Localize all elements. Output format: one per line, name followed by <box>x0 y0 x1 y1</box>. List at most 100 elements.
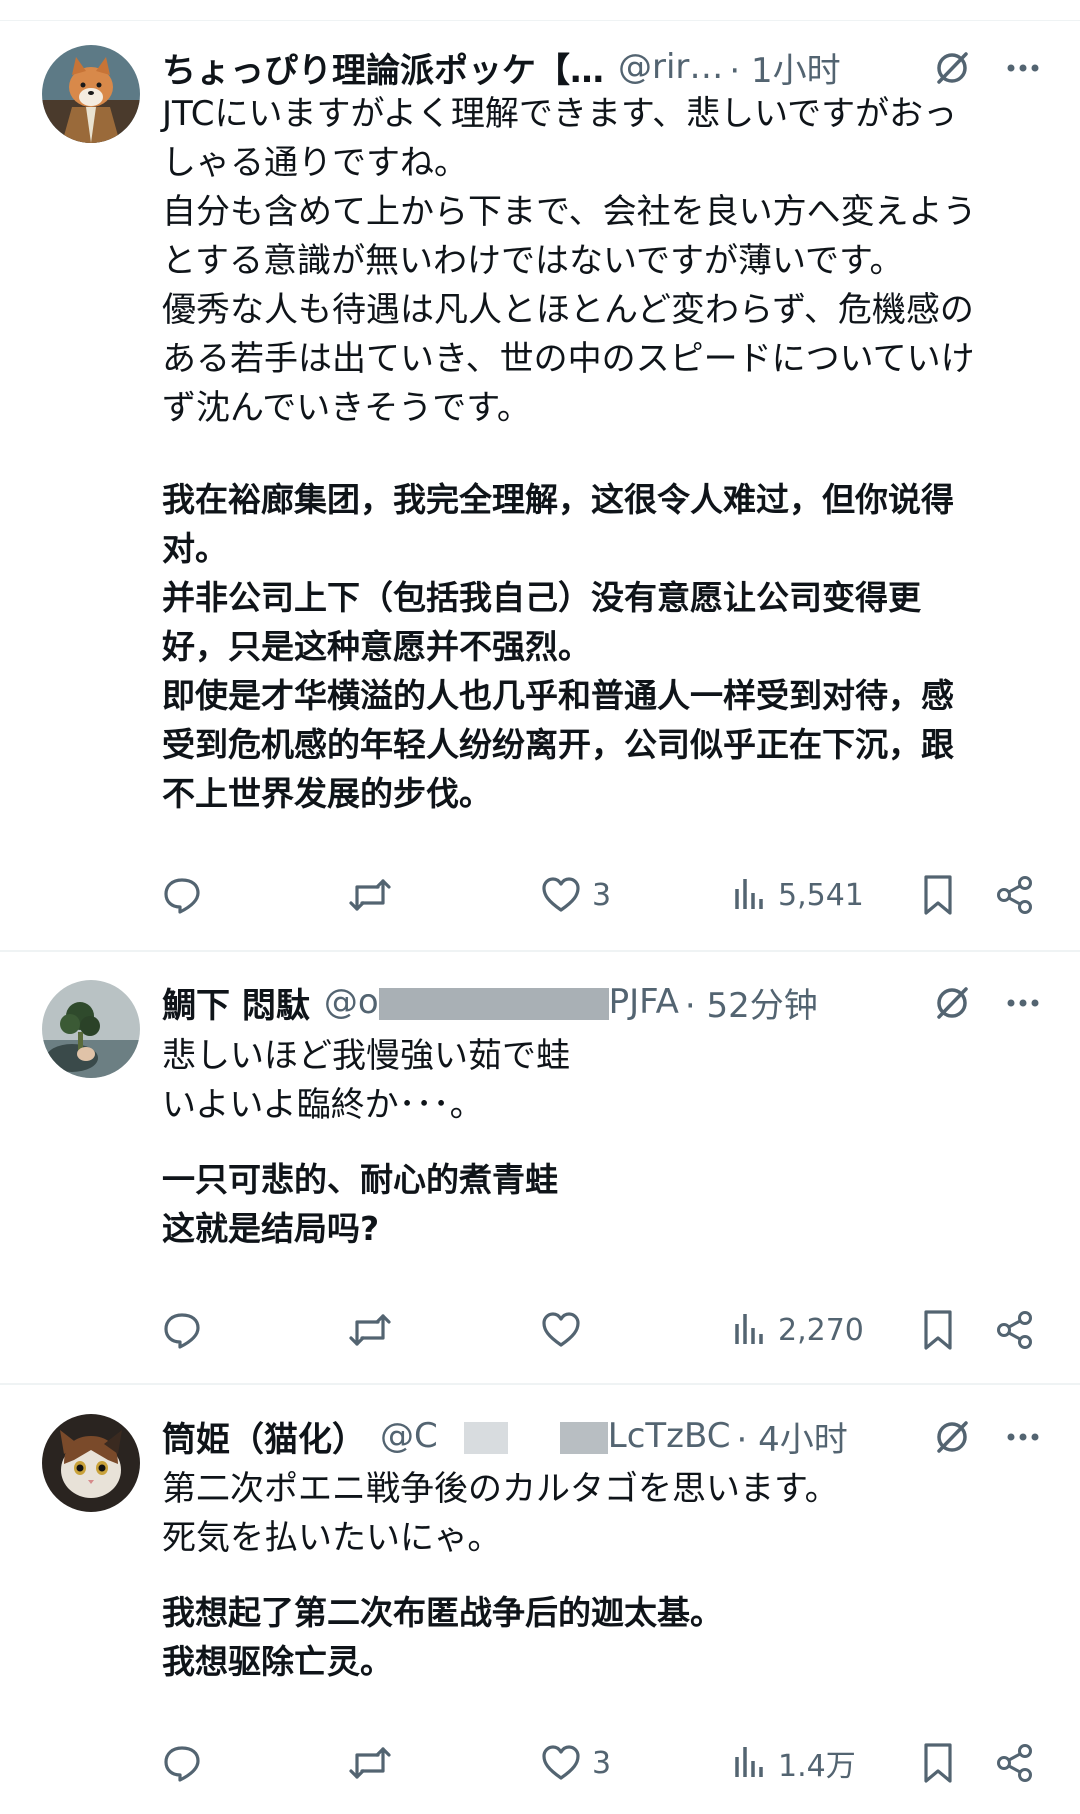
text-line: 不上世界发展的步伐。 <box>162 774 492 813</box>
share-icon <box>994 1309 1036 1351</box>
retweet-icon <box>348 1743 392 1783</box>
bookmark-button[interactable] <box>920 1738 956 1788</box>
view-count: 2,270 <box>778 1312 864 1348</box>
text-line: 受到危机感的年轻人纷纷离开，公司似乎正在下沉，跟 <box>162 725 954 764</box>
redaction-block <box>559 1421 608 1454</box>
redaction-block <box>463 1421 508 1454</box>
grok-icon[interactable] <box>932 48 972 88</box>
display-name[interactable]: ちょっぴり理論派ポッケ【… <box>162 43 604 92</box>
timestamp[interactable]: · 1小时 <box>729 43 840 92</box>
top-divider <box>0 20 1080 21</box>
bookmark-button[interactable] <box>920 1305 956 1355</box>
text-line: ある若手は出ていき、世の中のスピードについていけ <box>162 339 975 379</box>
share-button[interactable] <box>994 1305 1036 1355</box>
tweet-text-translation: 我想起了第二次布匿战争后的迦太基。 我想驱除亡灵。 <box>162 1588 1042 1686</box>
share-button[interactable] <box>994 870 1036 920</box>
avatar[interactable] <box>42 45 140 143</box>
reply-icon <box>162 1743 202 1783</box>
like-count: 3 <box>592 877 612 913</box>
like-button[interactable]: 3 <box>540 870 611 920</box>
like-icon <box>540 875 582 915</box>
tweet-header: ちょっぴり理論派ポッケ【… @rir… · 1小时 <box>162 43 841 92</box>
retweet-button[interactable] <box>348 1738 392 1788</box>
like-button[interactable] <box>540 1305 592 1355</box>
retweet-button[interactable] <box>348 870 392 920</box>
more-icon[interactable] <box>1006 63 1040 73</box>
views-button[interactable]: 2,270 <box>732 1305 864 1355</box>
text-line: 对。 <box>162 529 228 568</box>
text-line: 自分も含めて上から下まで、会社を良い方へ変えよう <box>162 192 977 232</box>
like-button[interactable]: 3 <box>540 1738 611 1788</box>
retweet-icon <box>348 875 392 915</box>
bookmark-button[interactable] <box>920 870 956 920</box>
share-icon <box>994 1742 1036 1784</box>
tweet-divider <box>0 1383 1080 1385</box>
user-handle[interactable]: @o PJFA <box>324 982 679 1022</box>
timestamp[interactable]: · 52分钟 <box>685 978 818 1027</box>
text-line: 我在裕廊集团，我完全理解，这很令人难过，但你说得 <box>162 480 954 519</box>
like-count: 3 <box>592 1745 612 1781</box>
bookmark-icon <box>920 1308 956 1352</box>
share-icon <box>994 874 1036 916</box>
user-handle[interactable]: @rir… <box>618 47 723 87</box>
views-button[interactable]: 1.4万 <box>732 1738 856 1788</box>
text-line: 这就是结局吗? <box>162 1209 380 1248</box>
reply-icon <box>162 875 202 915</box>
retweet-button[interactable] <box>348 1305 392 1355</box>
text-line: とする意識が無いわけではないですが薄いです。 <box>162 241 904 281</box>
bookmark-icon <box>920 1741 956 1785</box>
text-line: 一只可悲的、耐心的煮青蛙 <box>162 1160 558 1199</box>
avatar[interactable] <box>42 1414 140 1512</box>
display-name[interactable]: 筒姫（猫化） <box>162 1412 366 1461</box>
reply-button[interactable] <box>162 1738 202 1788</box>
like-icon <box>540 1310 582 1350</box>
views-icon <box>732 875 768 915</box>
text-line: 并非公司上下（包括我自己）没有意愿让公司变得更 <box>162 578 921 617</box>
tweet-header: 筒姫（猫化） @C LcTzBC · 4小时 <box>162 1412 848 1461</box>
timestamp[interactable]: · 4小时 <box>736 1412 847 1461</box>
tweet-text-original: 悲しいほど我慢強い茹で蛙 いよいよ臨終か･･･。 <box>162 1032 1042 1130</box>
text-line: 即使是才华横溢的人也几乎和普通人一样受到对待，感 <box>162 676 954 715</box>
tweet-text-original: JTCにいますがよく理解できます、悲しいですがおっ しゃる通りですね。 自分も含… <box>162 90 1042 433</box>
header-icons <box>932 1417 1040 1457</box>
view-count: 1.4万 <box>778 1749 856 1784</box>
header-icons <box>932 48 1040 88</box>
header-icons <box>932 983 1040 1023</box>
views-icon <box>732 1743 768 1783</box>
text-line: 我想起了第二次布匿战争后的迦太基。 <box>162 1593 723 1632</box>
text-line: 悲しいほど我慢強い茹で蛙 <box>162 1036 570 1076</box>
handle-start: @o <box>323 982 379 1022</box>
action-bar: 3 5,541 <box>162 870 1042 920</box>
user-handle[interactable]: @C LcTzBC <box>380 1416 730 1456</box>
reply-button[interactable] <box>162 870 202 920</box>
text-line: ず沈んでいきそうです。 <box>162 388 531 428</box>
reply-icon <box>162 1310 202 1350</box>
handle-start: @C <box>380 1416 438 1456</box>
text-line: しゃる通りですね。 <box>162 143 468 183</box>
text-line: いよいよ臨終か･･･。 <box>162 1085 484 1125</box>
display-name[interactable]: 鯛下 悶駄 <box>162 978 310 1027</box>
text-line: JTCにいますがよく理解できます、悲しいですがおっ <box>162 94 958 134</box>
grok-icon[interactable] <box>932 1417 972 1457</box>
more-icon[interactable] <box>1006 998 1040 1008</box>
text-line: 死気を払いたいにゃ。 <box>162 1518 502 1558</box>
avatar[interactable] <box>42 980 140 1078</box>
redaction-block <box>378 987 609 1020</box>
grok-icon[interactable] <box>932 983 972 1023</box>
reply-button[interactable] <box>162 1305 202 1355</box>
tweet-header: 鯛下 悶駄 @o PJFA · 52分钟 <box>162 978 818 1027</box>
handle-end: PJFA <box>608 982 679 1022</box>
views-icon <box>732 1310 768 1350</box>
text-line: 第二次ポエニ戦争後のカルタゴを思います。 <box>162 1469 839 1509</box>
view-count: 5,541 <box>778 877 864 913</box>
tweet-divider <box>0 950 1080 952</box>
action-bar: 3 1.4万 <box>162 1738 1042 1788</box>
retweet-icon <box>348 1310 392 1350</box>
text-line: 優秀な人も待遇は凡人とほとんど変わらず、危機感の <box>162 290 974 330</box>
share-button[interactable] <box>994 1738 1036 1788</box>
bookmark-icon <box>920 873 956 917</box>
views-button[interactable]: 5,541 <box>732 870 864 920</box>
like-icon <box>540 1743 582 1783</box>
text-line: 我想驱除亡灵。 <box>162 1642 393 1681</box>
more-icon[interactable] <box>1006 1432 1040 1442</box>
